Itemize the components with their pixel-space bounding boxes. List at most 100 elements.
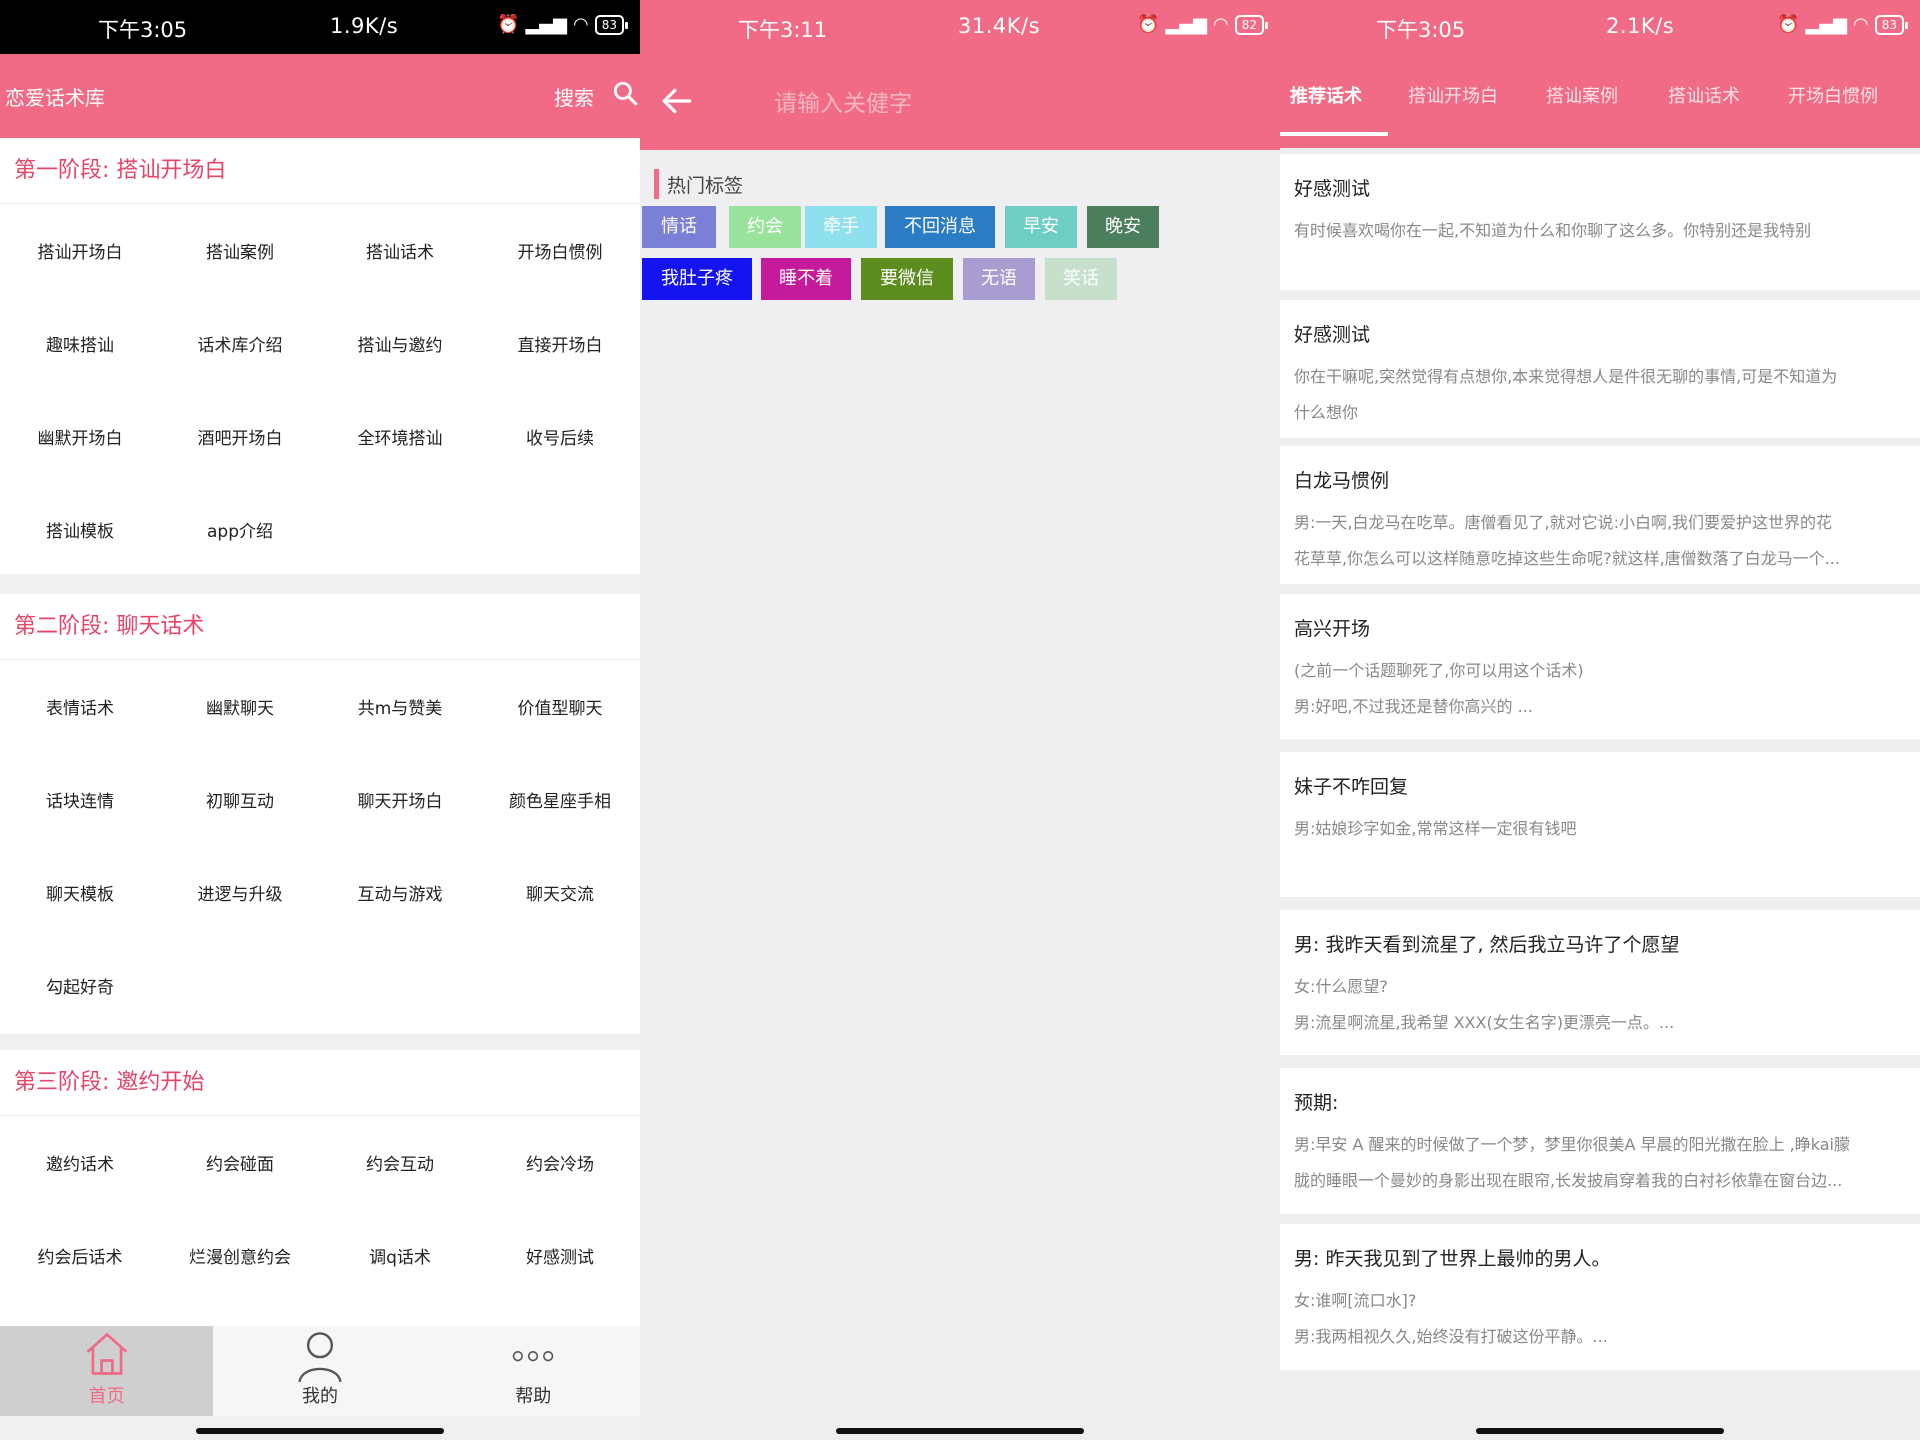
wifi-icon: ◠ [1853,14,1869,35]
topic-item[interactable]: 烂漫创意约会 [160,1209,320,1302]
card-line: 男:早安 A 醒来的时候做了一个梦，梦里你很美A 早晨的阳光撒在脸上 ,睁kai… [1294,1135,1850,1154]
topic-item[interactable]: 勾起好奇 [0,939,160,1032]
active-tab-indicator [1280,132,1388,136]
topic-item[interactable]: 搭讪案例 [160,204,320,297]
tab-routines[interactable]: 开场白惯例 [1788,82,1878,108]
status-net-speed: 1.9K/s [330,14,399,38]
tab-cases[interactable]: 搭讪案例 [1546,82,1618,108]
topic-item[interactable]: 聊天交流 [480,846,640,939]
topic-item[interactable]: 聊天开场白 [320,753,480,846]
alarm-icon: ⏰ [1777,14,1800,35]
script-card[interactable]: 预期: 男:早安 A 醒来的时候做了一个梦，梦里你很美A 早晨的阳光撒在脸上 ,睁… [1280,1068,1920,1214]
script-card[interactable]: 好感测试有时候喜欢喝你在一起,不知道为什么和你聊了这么多。你特别还是我特别 [1280,154,1920,290]
card-line: 你在干嘛呢,突然觉得有点想你,本来觉得想人是件很无聊的事情,可是不知道为 [1294,367,1838,386]
topic-item[interactable]: 约会碰面 [160,1116,320,1209]
topic-grid: 搭讪开场白 搭讪案例 搭讪话术 开场白惯例趣味搭讪 话术库介绍 搭讪与邀约 直接开场白幽默开… [0,204,640,576]
topic-item[interactable]: 幽默开场白 [0,390,160,483]
accent-bar [654,169,659,199]
tab-recommend[interactable]: 推荐话术 [1290,82,1362,108]
status-bar: 下午3:11 31.4K/s ⏰ ▂▄▆ ◠ 82 [640,0,1280,54]
topic-item[interactable]: 搭讪与邀约 [320,297,480,390]
card-line: 男:我两相视久久,始终没有打破这份平静。... [1294,1327,1608,1346]
recommend-screen: 下午3:05 2.1K/s ⏰ ▂▄▆ ◠ 83 推荐话术 搭讪开场白 搭讪案例… [1280,0,1920,1440]
status-net-speed: 31.4K/s [958,14,1041,38]
wifi-icon: ◠ [573,14,589,35]
search-input[interactable] [774,84,1154,124]
topic-item[interactable]: 搭讪模板 [0,483,160,576]
topic-item[interactable]: 搭讪话术 [320,204,480,297]
topic-item[interactable]: 酒吧开场白 [160,390,320,483]
search-button-label[interactable]: 搜索 [554,82,594,111]
card-line: (之前一个话题聊死了,你可以用这个话术) [1294,661,1584,680]
topic-item[interactable]: 初聊互动 [160,753,320,846]
topic-item[interactable]: 约会后话术 [0,1209,160,1302]
topic-item[interactable]: 开场白惯例 [480,204,640,297]
topic-item[interactable]: 调q话术 [320,1209,480,1302]
card-line: 什么想你 [1294,403,1359,422]
card-line: 女:谁啊[流口水]? [1294,1291,1417,1310]
section-title: 第二阶段: 聊天话术 [0,594,640,660]
hot-tag[interactable]: 情话 [642,206,716,248]
card-title: 男: 昨天我见到了世界上最帅的男人。 [1294,1248,1611,1270]
hot-tag[interactable]: 我肚子疼 [642,258,752,300]
topic-item[interactable]: app介绍 [160,483,320,576]
hot-tag[interactable]: 约会 [729,206,801,248]
script-card[interactable]: 男: 我昨天看到流星了, 然后我立马许了个愿望 女:什么愿望? 男:流星啊流星,我希… [1280,910,1920,1055]
topic-item[interactable]: 进逻与升级 [160,846,320,939]
card-line: 男:好吧,不过我还是替你高兴的 ... [1294,697,1533,716]
search-icon[interactable] [612,80,638,106]
hot-tag[interactable]: 睡不着 [761,258,851,300]
card-line: 有时候喜欢喝你在一起,不知道为什么和你聊了这么多。你特别还是我特别 [1294,221,1812,240]
card-title: 好感测试 [1294,178,1371,200]
status-bar: 下午3:05 1.9K/s ⏰ ▂▄▆ ◠ 83 [0,0,640,54]
topic-item[interactable]: 搭讪开场白 [0,204,160,297]
topic-grid: 邀约话术 约会碰面 约会互动 约会冷场约会后话术 烂漫创意约会 调q话术 好感测试 [0,1116,640,1302]
battery-icon: 82 [1234,14,1269,35]
tab-lines[interactable]: 搭讪话术 [1668,82,1740,108]
topic-item[interactable]: 全环境搭讪 [320,390,480,483]
hot-tag[interactable]: 晚安 [1087,206,1159,248]
tab-help[interactable]: 帮助 [427,1326,640,1416]
script-card[interactable]: 男: 昨天我见到了世界上最帅的男人。 女:谁啊[流口水]? 男:我两相视久久,始终没… [1280,1224,1920,1370]
hot-tag[interactable]: 早安 [1005,206,1077,248]
battery-icon: 83 [1874,14,1909,35]
topic-item[interactable]: 约会互动 [320,1116,480,1209]
topic-item[interactable]: 直接开场白 [480,297,640,390]
hot-tag[interactable]: 无语 [963,258,1035,300]
topic-item[interactable]: 话术库介绍 [160,297,320,390]
topic-item[interactable]: 共m与赞美 [320,660,480,753]
hot-tag[interactable]: 笑话 [1045,258,1117,300]
topic-item[interactable]: 颜色星座手相 [480,753,640,846]
topic-item[interactable]: 表情话术 [0,660,160,753]
tab-mine[interactable]: 我的 [213,1326,426,1416]
tab-home[interactable]: 首页 [0,1326,214,1416]
topic-item[interactable]: 幽默聊天 [160,660,320,753]
tab-opener[interactable]: 搭讪开场白 [1408,82,1498,108]
topic-item[interactable]: 收号后续 [480,390,640,483]
battery-icon: 83 [594,14,629,35]
status-net-speed: 2.1K/s [1606,14,1675,38]
hot-tag[interactable]: 牵手 [805,206,877,248]
topic-item[interactable]: 话块连情 [0,753,160,846]
topic-item[interactable]: 约会冷场 [480,1116,640,1209]
script-card[interactable]: 好感测试你在干嘛呢,突然觉得有点想你,本来觉得想人是件很无聊的事情,可是不知道为… [1280,300,1920,438]
wifi-icon: ◠ [1213,14,1229,35]
card-title: 好感测试 [1294,324,1371,346]
tab-label: 帮助 [515,1386,552,1407]
topic-item[interactable]: 邀约话术 [0,1116,160,1209]
signal-icon: ▂▄▆ [1805,14,1847,35]
hot-tag[interactable]: 不回消息 [885,206,995,248]
alarm-icon: ⏰ [497,14,520,35]
card-line: 胧的睡眼一个曼妙的身影出现在眼帘,长发披肩穿着我的白衬衫依靠在窗台边... [1294,1171,1843,1190]
back-arrow-icon[interactable] [660,84,694,118]
topic-item[interactable]: 趣味搭讪 [0,297,160,390]
topic-item[interactable]: 聊天模板 [0,846,160,939]
script-card[interactable]: 白龙马惯例 男:一天,白龙马在吃草。唐僧看见了,就对它说:小白啊,我们要爱护这世界… [1280,446,1920,584]
script-card[interactable]: 高兴开场 (之前一个话题聊死了,你可以用这个话术) 男:好吧,不过我还是替你高兴的 … [1280,594,1920,739]
hot-tag[interactable]: 要微信 [861,258,953,300]
topic-item[interactable]: 好感测试 [480,1209,640,1302]
card-title: 男: 我昨天看到流星了, 然后我立马许了个愿望 [1294,934,1680,956]
topic-item[interactable]: 价值型聊天 [480,660,640,753]
topic-item[interactable]: 互动与游戏 [320,846,480,939]
script-card[interactable]: 妹子不咋回复 男:姑娘珍字如金,常常这样一定很有钱吧 [1280,752,1920,897]
